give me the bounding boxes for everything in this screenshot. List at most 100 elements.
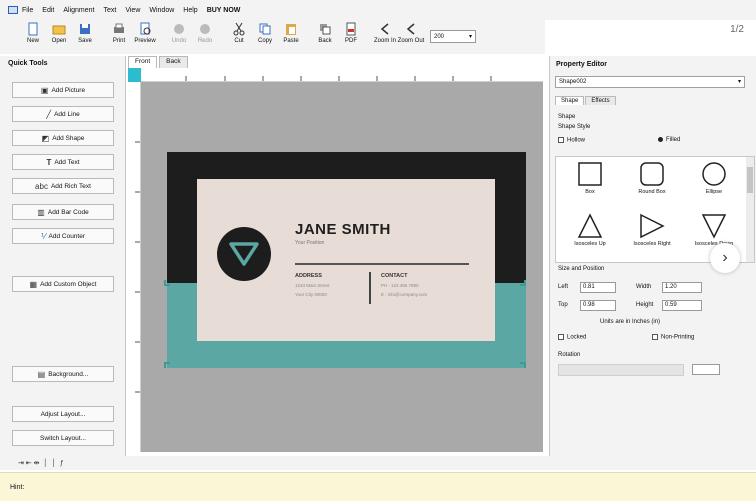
pdf-label: PDF [345,38,357,44]
shape-ellipse[interactable]: Ellipse [684,161,744,213]
ruler-vertical [128,82,141,452]
top-input[interactable]: 0.98 [580,300,616,311]
toolbar: New Open Save Print Preview Undo Redo Cu… [0,20,545,54]
add-shape-button[interactable]: ◩ Add Shape [12,130,114,146]
shape-gallery-scrollbar[interactable] [746,157,754,262]
zoom-in-label: Zoom In [373,38,396,44]
preview-button[interactable]: Preview [132,22,158,52]
new-button[interactable]: New [20,22,46,52]
logo-circle[interactable] [217,227,271,281]
shape-round-box-label: Round Box [638,189,666,195]
menu-edit[interactable]: Edit [42,7,54,14]
filled-radio[interactable] [658,137,663,142]
add-custom-object-label: Add Custom Object [40,280,97,288]
address-title[interactable]: ADDRESS [295,273,322,279]
back-button[interactable]: Back [312,22,338,52]
menu-help[interactable]: Help [183,7,197,14]
adjust-layout-label: Adjust Layout... [40,410,86,418]
menu-file[interactable]: File [22,7,33,14]
menu-view[interactable]: View [125,7,140,14]
card-role[interactable]: Your Position [295,240,324,246]
switch-layout-button[interactable]: Switch Layout... [12,430,114,446]
size-position-title: Size and Position [558,266,605,272]
contact-phone[interactable]: PH : 123 456 7890 [381,283,419,288]
locked-option[interactable]: Locked [558,334,586,341]
height-input[interactable]: 0.59 [662,300,702,311]
menu-bar: File Edit Alignment Text View Window Hel… [0,0,756,20]
address-line-1[interactable]: 1234 Main Street [295,283,329,288]
switch-layout-label: Switch Layout... [40,434,86,442]
locked-checkbox[interactable] [558,334,564,340]
business-card[interactable]: JANE SMITH Your Position ADDRESS 1234 Ma… [164,152,526,368]
add-text-label: Add Text [54,158,80,166]
scrollbar-thumb[interactable] [747,167,753,193]
non-printing-option[interactable]: Non-Printing [652,334,694,341]
add-counter-button[interactable]: ⅟ Add Counter [12,228,114,244]
tab-back[interactable]: Back [159,56,188,68]
rotation-input[interactable] [692,364,720,375]
zoom-in-button[interactable]: Zoom In [372,22,398,52]
shape-round-box[interactable]: Round Box [622,161,682,213]
add-bar-code-button[interactable]: ▥ Add Bar Code [12,204,114,220]
tab-effects[interactable]: Effects [585,96,616,105]
undo-button[interactable]: Undo [166,22,192,52]
left-input[interactable]: 0.81 [580,282,616,293]
shape-isosceles-up[interactable]: Isosceles Up [560,213,620,262]
hollow-option[interactable]: Hollow [558,137,585,144]
copy-button[interactable]: Copy [252,22,278,52]
shape-isosceles-right[interactable]: Isosceles Right [622,213,682,262]
selection-handle[interactable] [164,362,170,368]
contact-title[interactable]: CONTACT [381,273,407,279]
ellipse-shape-icon [702,162,726,186]
zoom-select[interactable]: 200 ▾ [430,30,476,43]
pdf-button[interactable]: PDF [338,22,364,52]
design-canvas[interactable]: JANE SMITH Your Position ADDRESS 1234 Ma… [141,82,543,452]
zoom-out-button[interactable]: Zoom Out [398,22,424,52]
selection-handle[interactable] [164,280,170,286]
next-arrow-button[interactable]: › [710,243,740,273]
card-vertical-separator [369,272,371,304]
address-line-2[interactable]: Your City 00000 [295,292,327,297]
menu-window[interactable]: Window [149,7,174,14]
paste-button[interactable]: Paste [278,22,304,52]
chevron-down-icon: ▾ [468,34,472,40]
add-text-button[interactable]: T Add Text [12,154,114,170]
card-name[interactable]: JANE SMITH [295,221,391,238]
add-custom-object-button[interactable]: ▦ Add Custom Object [12,276,114,292]
background-icon: ▤ [37,369,46,379]
width-input[interactable]: 1.20 [662,282,702,293]
adjust-layout-button[interactable]: Adjust Layout... [12,406,114,422]
print-button[interactable]: Print [106,22,132,52]
menu-text[interactable]: Text [103,7,116,14]
add-rich-text-label: Add Rich Text [50,182,91,190]
add-line-label: Add Line [54,110,80,118]
menu-buy-now[interactable]: BUY NOW [207,7,241,14]
add-line-button[interactable]: ╱ Add Line [12,106,114,122]
undo-label: Undo [171,38,187,44]
card-face[interactable]: JANE SMITH Your Position ADDRESS 1234 Ma… [197,179,495,341]
shape-box[interactable]: Box [560,161,620,213]
object-select[interactable]: Shape002 ▾ [555,76,745,88]
contact-email[interactable]: E : info@company.com [381,292,427,297]
open-button[interactable]: Open [46,22,72,52]
selection-handle[interactable] [520,280,526,286]
locked-label: Locked [567,334,587,341]
top-label: Top [558,302,568,308]
rotation-slider[interactable] [558,364,684,376]
redo-button[interactable]: Redo [192,22,218,52]
zoom-in-icon [380,23,389,35]
cut-button[interactable]: Cut [226,22,252,52]
tab-front[interactable]: Front [128,56,158,68]
tab-shape[interactable]: Shape [555,96,585,105]
shape-style-label: Shape Style [558,124,591,130]
filled-option[interactable]: Filled [658,137,680,143]
property-editor-title: Property Editor [556,61,607,68]
hollow-radio[interactable] [558,137,564,143]
add-picture-button[interactable]: ▣ Add Picture [12,82,114,98]
add-rich-text-button[interactable]: abc Add Rich Text [12,178,114,194]
selection-handle[interactable] [520,362,526,368]
menu-alignment[interactable]: Alignment [63,7,94,14]
background-button[interactable]: ▤ Background... [12,366,114,382]
non-printing-checkbox[interactable] [652,334,658,340]
save-button[interactable]: Save [72,22,98,52]
